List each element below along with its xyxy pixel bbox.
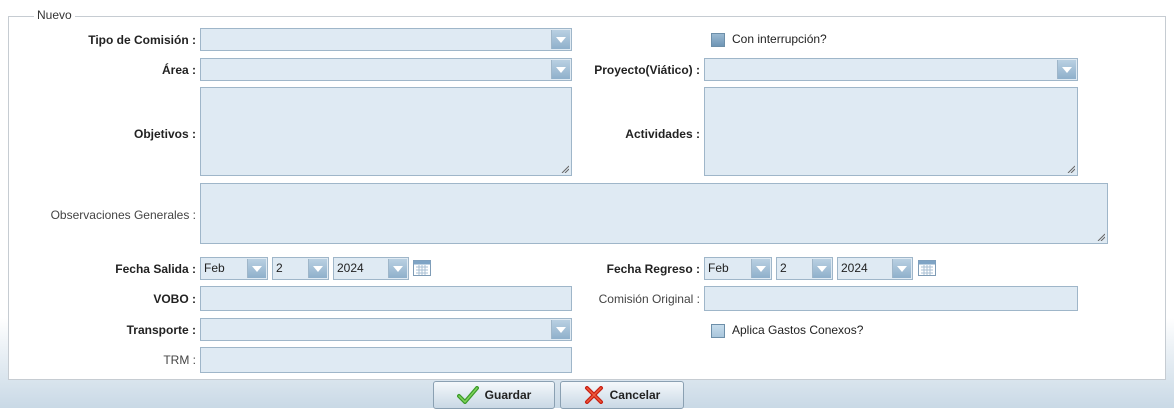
fieldset-legend: Nuevo: [34, 8, 75, 22]
proyecto-label: Proyecto(Viático) :: [594, 63, 700, 77]
fecha-regreso-label: Fecha Regreso :: [606, 262, 700, 276]
tipo-comision-label: Tipo de Comisión :: [88, 33, 196, 47]
fecha-salida-month-select[interactable]: Feb: [200, 257, 268, 280]
actividades-label: Actividades :: [625, 127, 700, 141]
con-interrupcion-label: Con interrupción?: [732, 32, 827, 46]
fecha-salida-day-select[interactable]: 2: [272, 257, 329, 280]
chevron-down-icon[interactable]: [247, 259, 266, 278]
fecha-salida-label: Fecha Salida :: [115, 262, 196, 276]
chevron-down-icon[interactable]: [551, 320, 570, 339]
fecha-regreso-year-value: 2024: [841, 261, 868, 275]
calendar-icon[interactable]: [918, 260, 936, 276]
transporte-select[interactable]: [200, 318, 572, 341]
aplica-gastos-label: Aplica Gastos Conexos?: [732, 323, 864, 337]
objetivos-textarea[interactable]: [200, 87, 572, 176]
aplica-gastos-checkbox[interactable]: [711, 324, 725, 338]
chevron-down-icon[interactable]: [551, 60, 570, 79]
comision-original-input[interactable]: [704, 286, 1078, 311]
fecha-regreso-day-select[interactable]: 2: [776, 257, 833, 280]
cancel-button-label: Cancelar: [609, 388, 661, 402]
vobo-label: VOBO :: [153, 292, 196, 306]
chevron-down-icon[interactable]: [308, 259, 327, 278]
fecha-salida-year-select[interactable]: 2024: [333, 257, 409, 280]
observaciones-textarea[interactable]: [200, 183, 1108, 244]
comision-original-label: Comisión Original :: [598, 292, 700, 306]
objetivos-label: Objetivos :: [133, 127, 196, 141]
fecha-regreso-month-value: Feb: [708, 261, 729, 275]
resize-grip-icon[interactable]: [1097, 233, 1105, 241]
fecha-regreso-month-select[interactable]: Feb: [704, 257, 772, 280]
fecha-salida-month-value: Feb: [204, 261, 225, 275]
trm-input[interactable]: [200, 347, 572, 373]
save-button-label: Guardar: [484, 388, 532, 402]
chevron-down-icon[interactable]: [751, 259, 770, 278]
actividades-textarea[interactable]: [704, 87, 1078, 176]
x-icon: [584, 386, 603, 404]
save-button[interactable]: Guardar: [433, 381, 555, 409]
trm-label: TRM :: [163, 353, 196, 367]
resize-grip-icon[interactable]: [1067, 165, 1075, 173]
chevron-down-icon[interactable]: [812, 259, 831, 278]
vobo-input[interactable]: [200, 286, 572, 311]
area-label: Área :: [161, 63, 196, 77]
fecha-salida-day-value: 2: [276, 261, 283, 275]
con-interrupcion-checkbox[interactable]: [711, 33, 725, 47]
tipo-comision-select[interactable]: [200, 28, 572, 51]
checkmark-icon: [456, 386, 479, 404]
fecha-regreso-day-value: 2: [780, 261, 787, 275]
fecha-salida-year-value: 2024: [337, 261, 364, 275]
resize-grip-icon[interactable]: [561, 165, 569, 173]
chevron-down-icon[interactable]: [551, 30, 570, 49]
cancel-button[interactable]: Cancelar: [560, 381, 684, 409]
chevron-down-icon[interactable]: [388, 259, 407, 278]
chevron-down-icon[interactable]: [892, 259, 911, 278]
transporte-label: Transporte :: [126, 323, 196, 337]
area-select[interactable]: [200, 58, 572, 81]
chevron-down-icon[interactable]: [1057, 60, 1076, 79]
fecha-regreso-year-select[interactable]: 2024: [837, 257, 913, 280]
observaciones-label: Observaciones Generales :: [50, 208, 196, 222]
calendar-icon[interactable]: [413, 260, 431, 276]
proyecto-select[interactable]: [704, 58, 1078, 81]
